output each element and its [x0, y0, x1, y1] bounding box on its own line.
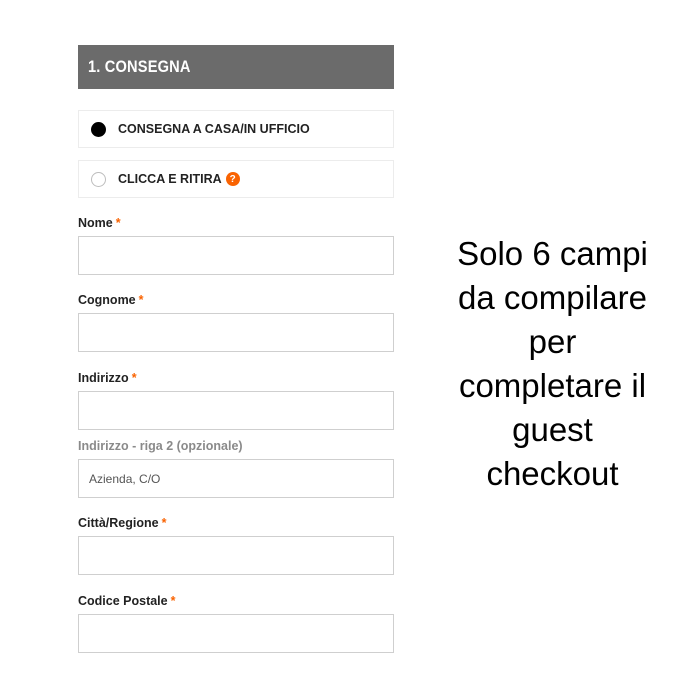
cognome-input[interactable]	[78, 313, 394, 352]
label-text: Città/Regione	[78, 516, 159, 530]
label-nome: Nome *	[78, 216, 121, 230]
label-text: Indirizzo	[78, 371, 129, 385]
callout-line: checkout	[486, 455, 619, 492]
option-home-delivery[interactable]: CONSEGNA A CASA/IN UFFICIO	[78, 110, 394, 148]
section-header: 1. CONSEGNA	[78, 45, 394, 89]
required-mark: *	[161, 516, 167, 530]
label-indirizzo: Indirizzo *	[78, 371, 137, 385]
callout-line: da compilare	[458, 279, 647, 316]
label-text: Indirizzo - riga 2 (opzionale)	[78, 439, 243, 453]
callout-line: guest	[512, 411, 593, 448]
required-mark: *	[115, 216, 121, 230]
option-click-and-collect[interactable]: CLICCA E RITIRA ?	[78, 160, 394, 198]
indirizzo-riga-2-input[interactable]	[78, 459, 394, 498]
option-label: CONSEGNA A CASA/IN UFFICIO	[118, 122, 310, 136]
label-text: Nome	[78, 216, 113, 230]
callout-line: per	[528, 323, 577, 360]
label-codice-postale: Codice Postale *	[78, 594, 176, 608]
option-label: CLICCA E RITIRA	[118, 172, 222, 186]
indirizzo-input[interactable]	[78, 391, 394, 430]
callout-line: completare il	[458, 367, 647, 404]
codice-postale-input[interactable]	[78, 614, 394, 653]
label-cognome: Cognome *	[78, 293, 144, 307]
radio-selected-icon[interactable]	[91, 121, 106, 137]
radio-unselected-icon[interactable]	[91, 171, 106, 187]
section-title: 1. CONSEGNA	[88, 57, 191, 76]
label-indirizzo-riga-2: Indirizzo - riga 2 (opzionale)	[78, 439, 243, 453]
required-mark: *	[170, 594, 176, 608]
nome-input[interactable]	[78, 236, 394, 275]
required-mark: *	[138, 293, 144, 307]
label-text: Cognome	[78, 293, 136, 307]
help-icon[interactable]: ?	[225, 172, 240, 186]
callout-line: Solo 6 campi	[457, 235, 648, 272]
label-citta-regione: Città/Regione *	[78, 516, 166, 530]
required-mark: *	[131, 371, 137, 385]
citta-regione-input[interactable]	[78, 536, 394, 575]
label-text: Codice Postale	[78, 594, 168, 608]
callout-text: Solo 6 campi da compilare per completare…	[430, 232, 675, 496]
